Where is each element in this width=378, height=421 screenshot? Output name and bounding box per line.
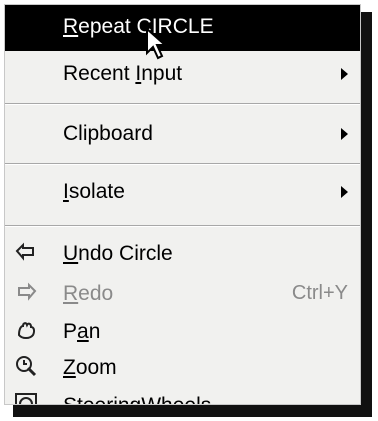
menu-item-repeat-circle[interactable]: Repeat CIRCLE [5, 5, 360, 51]
menu-item-isolate[interactable]: Isolate [5, 169, 360, 215]
menu-item-label: Redo [63, 282, 114, 305]
menu-separator [5, 225, 360, 227]
menu-item-label: Zoom [63, 356, 117, 379]
menu-item-label: Undo Circle [63, 242, 173, 265]
menu-item-label: Isolate [63, 180, 125, 203]
menu-item-shortcut: Ctrl+Y [291, 282, 348, 304]
submenu-arrow-icon [341, 68, 348, 80]
context-menu: Repeat CIRCLE Recent Input Clipboard Iso… [4, 4, 361, 405]
mouse-pointer-icon [146, 27, 168, 60]
submenu-arrow-icon [341, 186, 348, 198]
menu-item-steeringwheels[interactable]: SteeringWheels [5, 383, 360, 404]
menu-item-label: Recent Input [63, 62, 183, 85]
menu-item-label: Pan [63, 320, 101, 343]
menu-item-label: Repeat CIRCLE [63, 15, 214, 38]
menu-separator [5, 163, 360, 165]
menu-item-label: SteeringWheels [63, 394, 211, 404]
undo-icon [15, 242, 34, 261]
zoom-icon [16, 356, 37, 377]
pan-hand-icon [17, 322, 36, 339]
menu-item-recent-input[interactable]: Recent Input [5, 51, 360, 97]
redo-icon [18, 282, 37, 301]
menu-item-clipboard[interactable]: Clipboard [5, 111, 360, 157]
menu-separator [5, 103, 360, 105]
submenu-arrow-icon [341, 128, 348, 140]
menu-item-label: Clipboard [63, 122, 153, 145]
steering-wheels-icon [15, 393, 37, 404]
